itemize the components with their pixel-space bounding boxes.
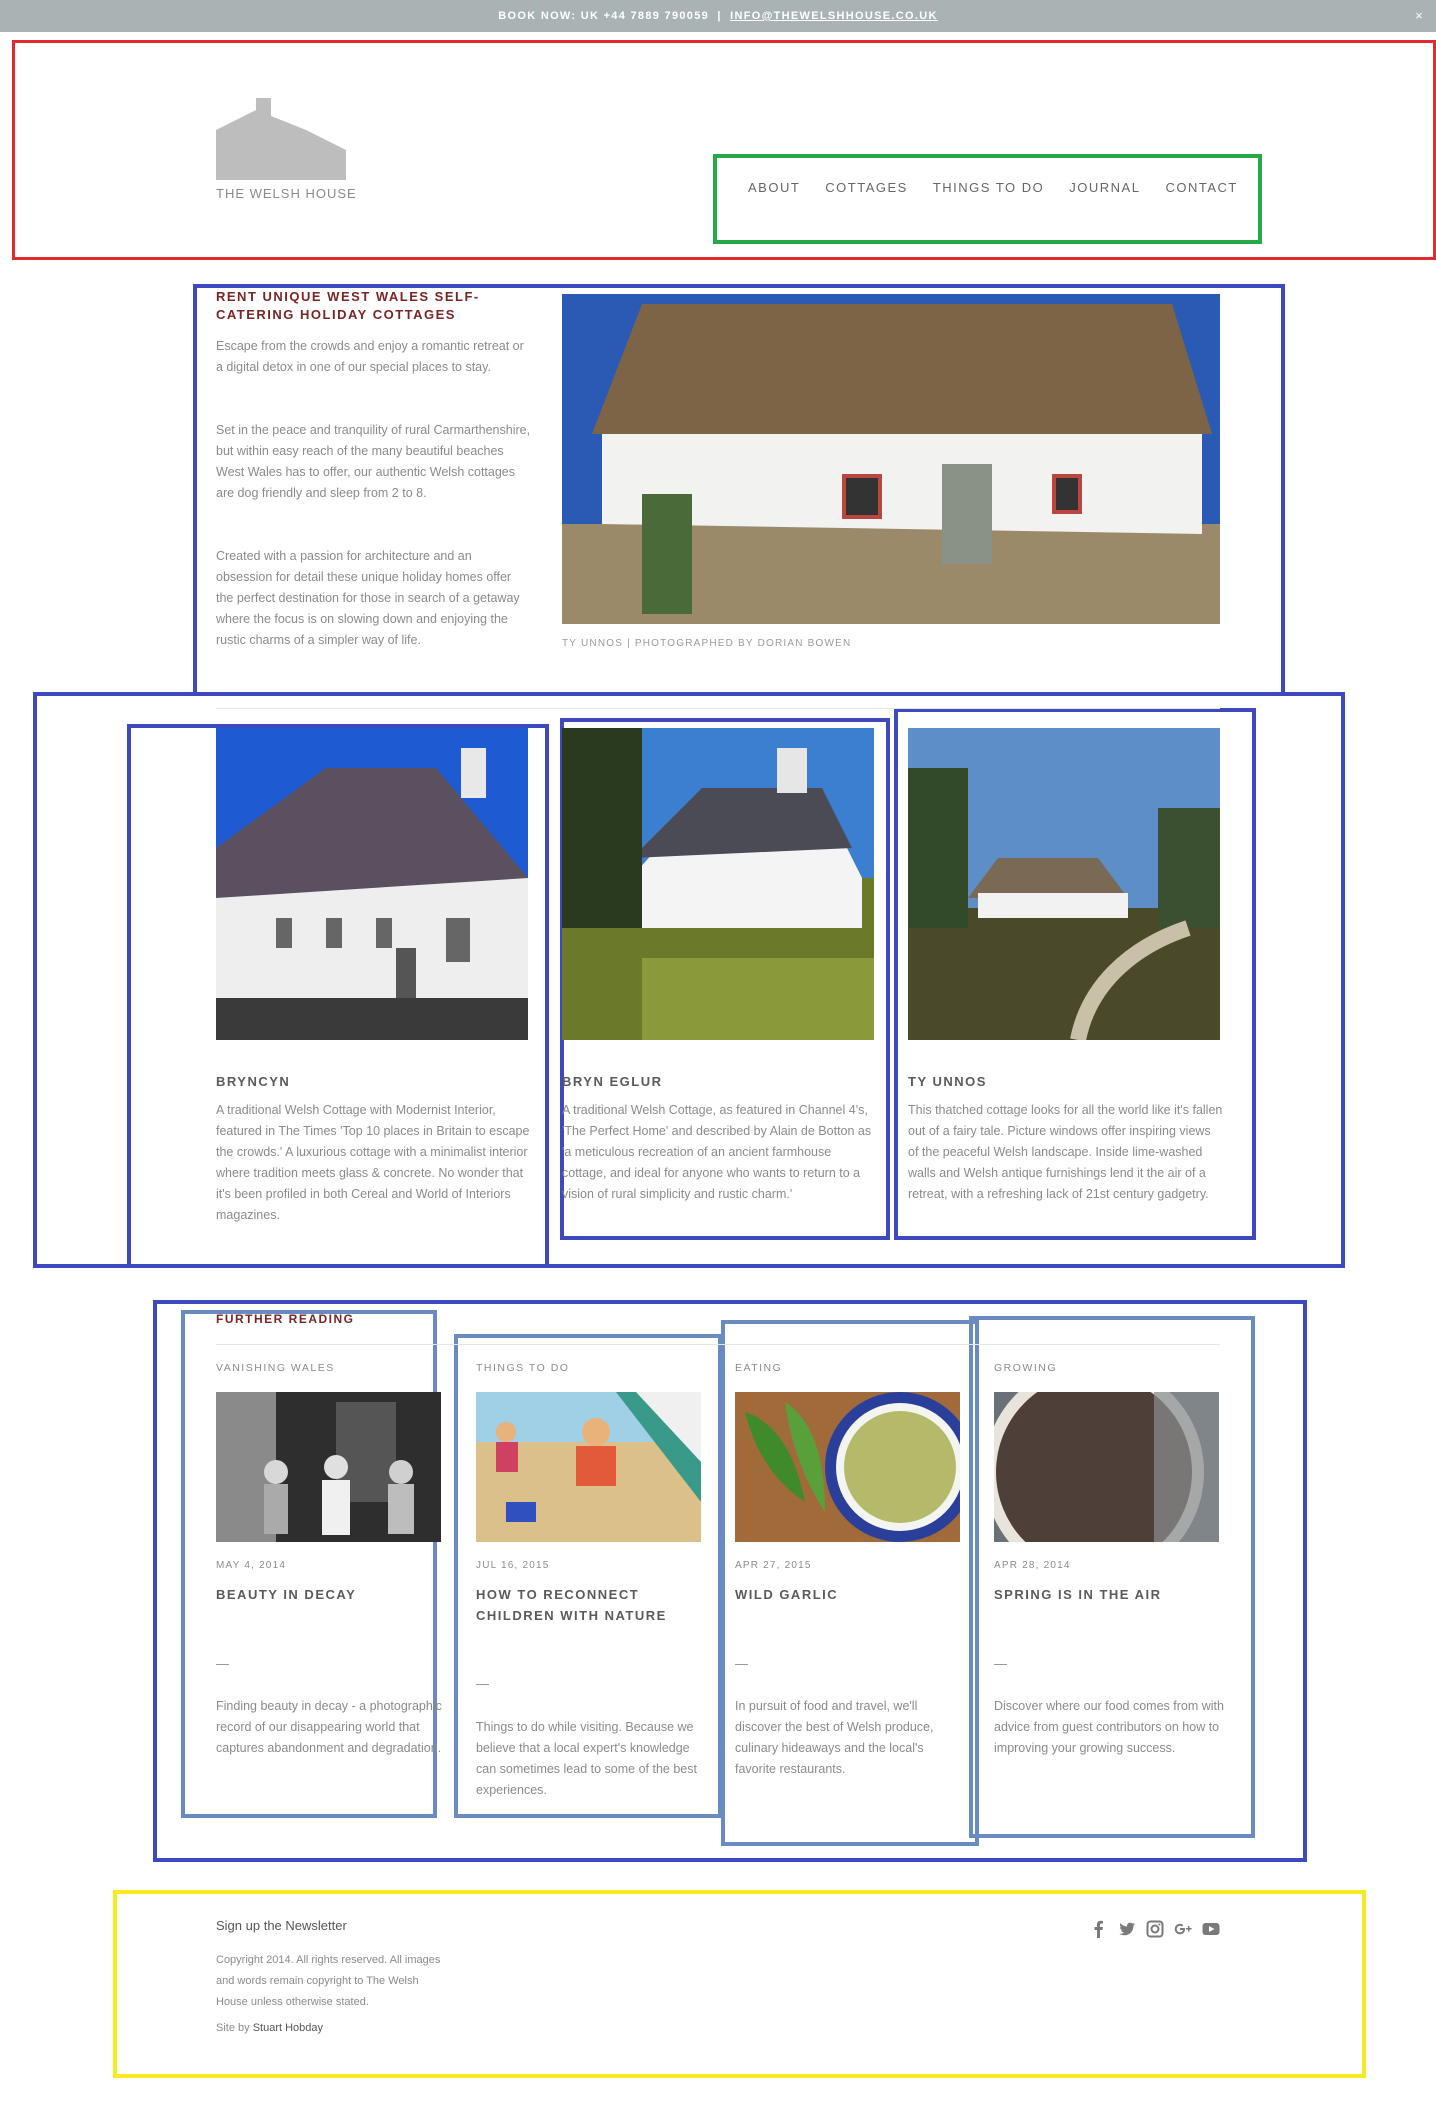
post-title[interactable]: BEAUTY IN DECAY bbox=[216, 1584, 446, 1605]
newsletter-signup-link[interactable]: Sign up the Newsletter bbox=[216, 1918, 347, 1933]
google-plus-icon[interactable] bbox=[1174, 1920, 1192, 1938]
book-now-text: BOOK NOW: UK +44 7889 790059 bbox=[498, 10, 710, 22]
cottage-description: A traditional Welsh Cottage, as featured… bbox=[562, 1103, 872, 1201]
facebook-icon[interactable] bbox=[1090, 1920, 1108, 1938]
email-link[interactable]: INFO@THEWELSHHOUSE.CO.UK bbox=[730, 10, 938, 22]
post-description: Finding beauty in decay - a photographic… bbox=[216, 1699, 442, 1755]
nav-things-to-do[interactable]: THINGS TO DO bbox=[933, 180, 1044, 210]
section-divider bbox=[216, 1344, 1220, 1345]
cottage-image-ty-unnos[interactable] bbox=[908, 728, 1220, 1042]
post-date: APR 27, 2015 bbox=[735, 1560, 812, 1571]
post-date: MAY 4, 2014 bbox=[216, 1560, 287, 1571]
post-image-beauty-in-decay[interactable] bbox=[216, 1392, 441, 1542]
post-category[interactable]: GROWING bbox=[994, 1362, 1057, 1374]
site-credit-prefix: Site by bbox=[216, 2022, 250, 2034]
nav-about[interactable]: ABOUT bbox=[748, 180, 800, 210]
post-title[interactable]: HOW TO RECONNECT CHILDREN WITH NATURE bbox=[476, 1584, 706, 1626]
hero-cottage-image bbox=[562, 294, 1220, 624]
post-image-reconnect-children[interactable] bbox=[476, 1392, 701, 1542]
post-category[interactable]: THINGS TO DO bbox=[476, 1362, 569, 1374]
post-dash: — bbox=[735, 1656, 748, 1671]
post-description: Discover where our food comes from with … bbox=[994, 1699, 1224, 1755]
nav-contact[interactable]: CONTACT bbox=[1165, 180, 1237, 210]
top-booking-bar: BOOK NOW: UK +44 7889 790059 | INFO@THEW… bbox=[0, 0, 1436, 32]
logo-text[interactable]: THE WELSH HOUSE bbox=[216, 186, 357, 201]
section-divider bbox=[216, 708, 1220, 709]
close-icon[interactable]: × bbox=[1415, 0, 1424, 32]
intro-paragraph: Escape from the crowds and enjoy a roman… bbox=[216, 339, 524, 374]
intro-title: RENT UNIQUE WEST WALES SELF-CATERING HOL… bbox=[216, 289, 480, 322]
cottage-description: A traditional Welsh Cottage with Moderni… bbox=[216, 1103, 530, 1222]
nav-journal[interactable]: JOURNAL bbox=[1069, 180, 1140, 210]
logo-icon[interactable] bbox=[216, 90, 346, 180]
cottage-image-bryn-eglur[interactable] bbox=[562, 728, 874, 1040]
intro-paragraph: Set in the peace and tranquility of rura… bbox=[216, 423, 531, 500]
post-dash: — bbox=[476, 1676, 489, 1691]
site-credit-link[interactable]: Stuart Hobday bbox=[253, 2022, 323, 2034]
cottage-title[interactable]: TY UNNOS bbox=[908, 1074, 987, 1089]
cottage-image-bryncyn[interactable] bbox=[216, 728, 528, 1040]
social-links bbox=[1090, 1920, 1220, 1938]
further-reading-heading: FURTHER READING bbox=[216, 1312, 355, 1326]
post-title[interactable]: WILD GARLIC bbox=[735, 1584, 965, 1605]
post-description: In pursuit of food and travel, we'll dis… bbox=[735, 1699, 934, 1776]
cottage-title[interactable]: BRYN EGLUR bbox=[562, 1074, 662, 1089]
site-credit: Site by Stuart Hobday bbox=[216, 2022, 323, 2034]
cottage-title[interactable]: BRYNCYN bbox=[216, 1074, 290, 1089]
main-navigation: ABOUT COTTAGES THINGS TO DO JOURNAL CONT… bbox=[748, 180, 1263, 210]
twitter-icon[interactable] bbox=[1118, 1920, 1136, 1938]
post-title[interactable]: SPRING IS IN THE AIR bbox=[994, 1584, 1224, 1605]
post-image-wild-garlic[interactable] bbox=[735, 1392, 975, 1542]
youtube-icon[interactable] bbox=[1202, 1920, 1220, 1938]
instagram-icon[interactable] bbox=[1146, 1920, 1164, 1938]
post-description: Things to do while visiting. Because we … bbox=[476, 1720, 697, 1797]
post-date: APR 28, 2014 bbox=[994, 1560, 1071, 1571]
intro-paragraph: Created with a passion for architecture … bbox=[216, 549, 520, 647]
post-dash: — bbox=[994, 1656, 1007, 1671]
copyright-text: Copyright 2014. All rights reserved. All… bbox=[216, 1954, 441, 2008]
post-dash: — bbox=[216, 1656, 229, 1671]
post-category[interactable]: EATING bbox=[735, 1362, 782, 1374]
nav-cottages[interactable]: COTTAGES bbox=[825, 180, 908, 210]
post-date: JUL 16, 2015 bbox=[476, 1560, 550, 1571]
post-image-spring-in-the-air[interactable] bbox=[984, 1362, 1219, 1582]
cottage-description: This thatched cottage looks for all the … bbox=[908, 1103, 1223, 1201]
post-category[interactable]: VANISHING WALES bbox=[216, 1362, 335, 1374]
hero-caption: TY UNNOS | PHOTOGRAPHED BY DORIAN BOWEN bbox=[562, 638, 852, 649]
separator: | bbox=[717, 10, 722, 22]
